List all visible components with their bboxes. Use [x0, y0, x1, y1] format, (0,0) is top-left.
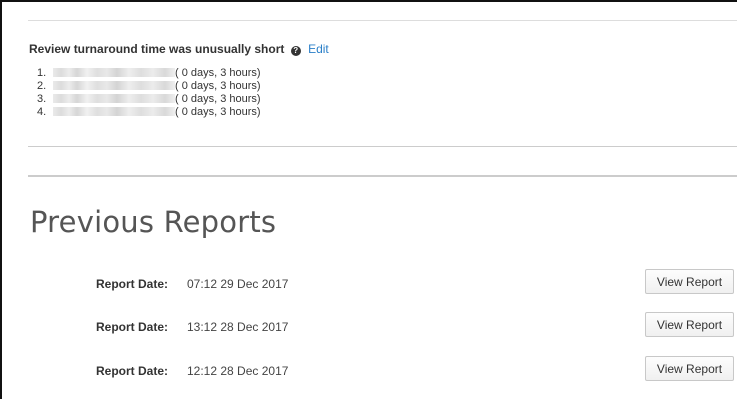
view-report-button[interactable]: View Report [645, 269, 734, 294]
list-item-number: 2. [37, 80, 47, 92]
view-report-button[interactable]: View Report [645, 356, 734, 381]
top-divider [28, 20, 737, 21]
section-divider [28, 146, 737, 147]
review-warning-heading: Review turnaround time was unusually sho… [29, 42, 329, 56]
report-row: Report Date: 12:12 28 Dec 2017 View Repo… [0, 356, 737, 386]
report-row: Report Date: 07:12 29 Dec 2017 View Repo… [0, 269, 737, 299]
list-item: 1. ( 0 days, 3 hours) [37, 67, 261, 80]
review-warning-title: Review turnaround time was unusually sho… [29, 42, 285, 56]
list-item: 4. ( 0 days, 3 hours) [37, 106, 261, 119]
report-date-value: 07:12 29 Dec 2017 [187, 277, 289, 291]
section-divider-thick [28, 175, 737, 177]
redacted-name [53, 107, 175, 116]
list-item-number: 3. [37, 93, 47, 105]
list-item: 2. ( 0 days, 3 hours) [37, 80, 261, 93]
view-report-button[interactable]: View Report [645, 312, 734, 337]
list-item-detail: ( 0 days, 3 hours) [175, 93, 261, 105]
list-item-number: 4. [37, 106, 47, 118]
report-date-value: 13:12 28 Dec 2017 [187, 320, 289, 334]
review-turnaround-list: 1. ( 0 days, 3 hours) 2. ( 0 days, 3 hours… [37, 67, 261, 119]
frame-corner [729, 0, 737, 8]
list-item-detail: ( 0 days, 3 hours) [175, 106, 261, 118]
question-circle-icon[interactable]: ? [290, 46, 301, 56]
list-item-detail: ( 0 days, 3 hours) [175, 80, 261, 92]
redacted-name [53, 94, 175, 103]
report-date-label: Report Date: [96, 320, 169, 334]
report-date-label: Report Date: [96, 277, 169, 291]
redacted-name [53, 68, 175, 77]
list-item-number: 1. [37, 67, 47, 79]
list-item: 3. ( 0 days, 3 hours) [37, 93, 261, 106]
edit-link[interactable]: Edit [308, 42, 329, 56]
report-date-label: Report Date: [96, 364, 169, 378]
report-row: Report Date: 13:12 28 Dec 2017 View Repo… [0, 312, 737, 342]
report-date-value: 12:12 28 Dec 2017 [187, 364, 289, 378]
list-item-detail: ( 0 days, 3 hours) [175, 67, 261, 79]
previous-reports-title: Previous Reports [30, 205, 277, 239]
redacted-name [53, 81, 175, 90]
